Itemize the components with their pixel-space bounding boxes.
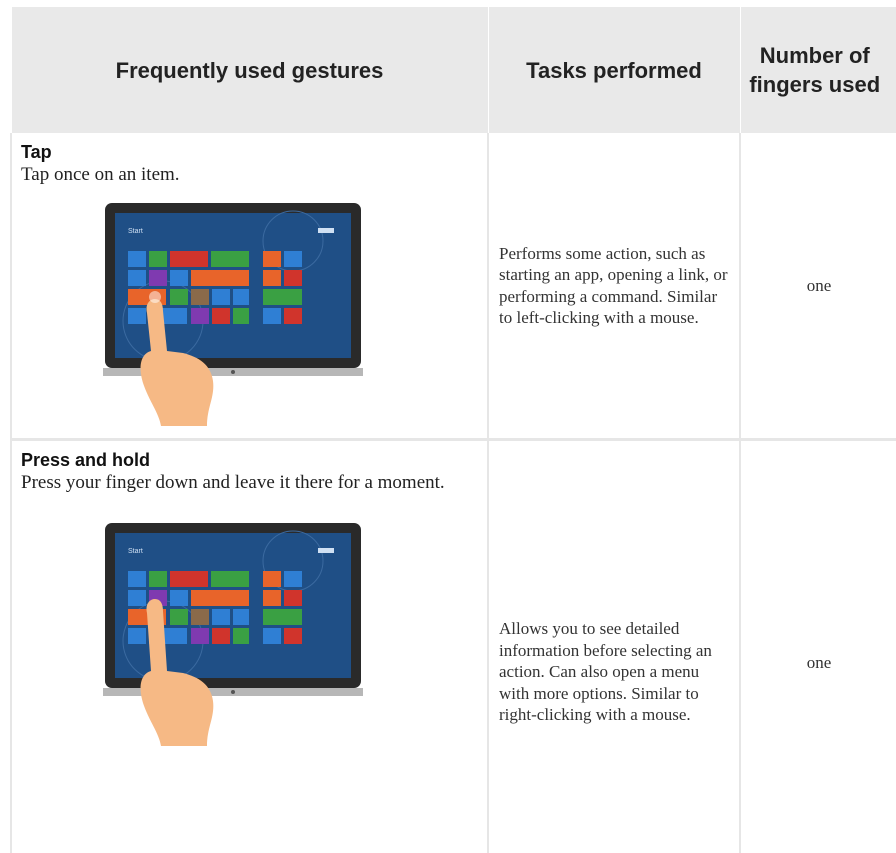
task-cell: Allows you to see detailed information b… <box>488 440 740 853</box>
header-gesture: Frequently used gestures <box>11 7 488 133</box>
gesture-title: Press and hold <box>21 450 487 470</box>
gesture-description: Tap once on an item. <box>21 163 487 187</box>
table-header-row: Frequently used gestures Tasks performed… <box>11 7 896 133</box>
start-label: Start <box>128 548 143 555</box>
start-label: Start <box>128 228 143 235</box>
tablet-tap-illustration: Start <box>103 201 363 426</box>
gesture-title: Tap <box>21 142 487 162</box>
header-fingers: Number of fingers used <box>740 7 896 133</box>
gesture-cell: Tap Tap once on an item. Start <box>11 133 488 440</box>
table-row: Press and hold Press your finger down an… <box>11 440 896 853</box>
manual-page: Frequently used gestures Tasks performed… <box>0 0 896 802</box>
gesture-cell: Press and hold Press your finger down an… <box>11 440 488 853</box>
tablet-press-hold-illustration: Start <box>103 521 363 746</box>
gesture-description: Press your finger down and leave it ther… <box>21 471 487 495</box>
fingers-cell: one <box>740 440 896 853</box>
gestures-table: Frequently used gestures Tasks performed… <box>10 7 896 853</box>
table-row: Tap Tap once on an item. Start <box>11 133 896 440</box>
tap-point-icon <box>149 291 161 303</box>
header-tasks: Tasks performed <box>488 7 740 133</box>
fingers-cell: one <box>740 133 896 440</box>
task-cell: Performs some action, such as starting a… <box>488 133 740 440</box>
